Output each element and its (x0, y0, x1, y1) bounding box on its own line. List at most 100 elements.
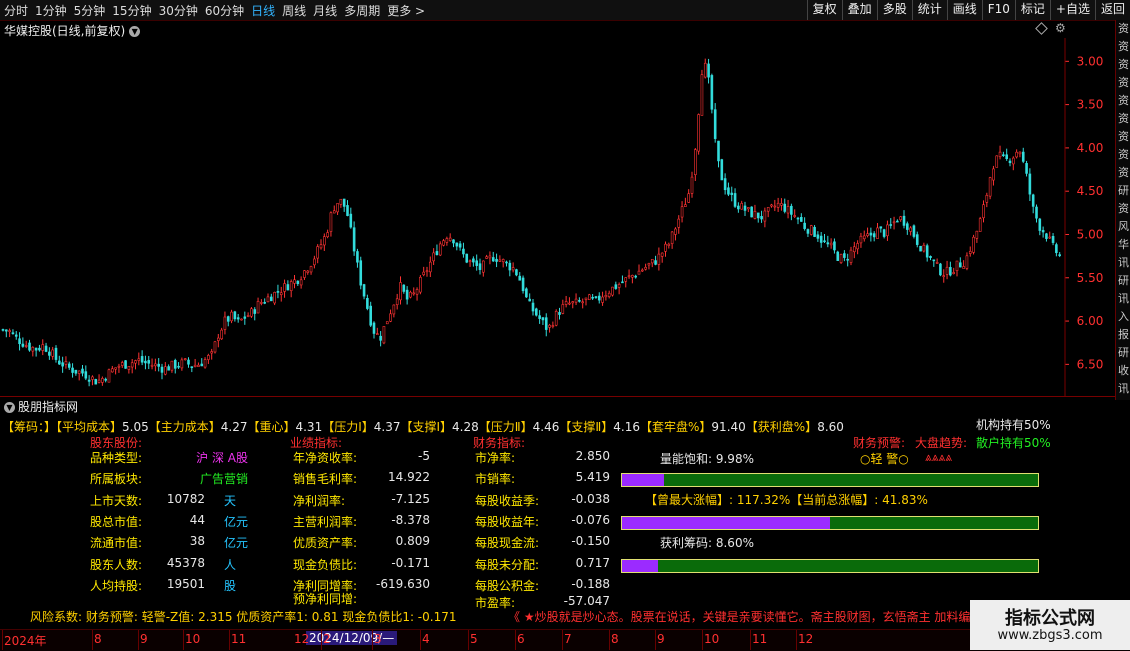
side-info-item[interactable]: 资 (1116, 92, 1130, 110)
toolbar-button-6[interactable]: 标记 (1014, 0, 1050, 20)
time-tick: 12 (294, 632, 310, 646)
gear-icon[interactable]: ⚙ (1055, 21, 1066, 35)
side-info-item[interactable]: 资 (1116, 128, 1130, 146)
candle-body (266, 296, 270, 303)
toolbar-button-7[interactable]: +自选 (1049, 0, 1095, 20)
candle-body (482, 260, 485, 273)
candle-body (793, 215, 796, 217)
side-info-item[interactable]: 研 (1116, 182, 1130, 200)
toolbar-button-8[interactable]: 返回 (1094, 0, 1130, 20)
indicator-title: ▼ 股朋指标网 (4, 398, 78, 415)
candle-body (299, 279, 303, 286)
side-info-item[interactable]: 资 (1116, 200, 1130, 218)
candle-body (770, 204, 773, 207)
toolbar-button-4[interactable]: 画线 (946, 0, 982, 20)
candle-body (879, 226, 883, 229)
candle-body (952, 272, 955, 274)
candle-body (127, 366, 131, 370)
side-info-item[interactable]: 资 (1116, 398, 1130, 400)
trend-arrows: ⩓⩓⩓⩓ (925, 450, 953, 464)
candle-body (568, 302, 571, 305)
toolbar-button-1[interactable]: 叠加 (841, 0, 877, 20)
time-tick: 11 (231, 632, 247, 646)
candlestick-chart[interactable]: 6.50 6.00 5.50 5.00 4.50 4.00 3.50 3.00 (0, 38, 1115, 396)
finance-value: 2.850 (575, 449, 610, 463)
candle-body (959, 262, 962, 268)
volume-bar-fill (622, 474, 664, 486)
chevron-down-icon[interactable]: ▼ (4, 402, 15, 413)
time-tick: 2024年 (4, 634, 47, 648)
tab-period-10[interactable]: 更多 > (387, 2, 425, 19)
institution-hold: 机构持有50% (976, 418, 1051, 432)
toolbar-button-5[interactable]: F10 (981, 0, 1015, 20)
candle-body (51, 349, 54, 357)
candle-body (972, 236, 975, 253)
holder-value: 38 (189, 534, 205, 549)
time-tick: 8 (94, 632, 102, 646)
stock-title: 华媒控股(日线,前复权) ▼ (4, 22, 141, 39)
tab-period-0[interactable]: 分时 (4, 2, 28, 19)
side-info-item[interactable]: 资 (1116, 56, 1130, 74)
side-info-item[interactable]: 研 (1116, 272, 1130, 290)
side-info-item[interactable]: 华 (1116, 236, 1130, 254)
tab-period-8[interactable]: 月线 (313, 2, 337, 19)
candle-body (796, 217, 800, 220)
candle-body (137, 358, 141, 361)
side-info-item[interactable]: 讯 (1116, 254, 1130, 272)
side-info-item[interactable]: 讯 (1116, 380, 1130, 398)
side-info-item[interactable]: 资 (1116, 38, 1130, 56)
candle-body (256, 301, 260, 314)
tab-period-9[interactable]: 多周期 (344, 2, 380, 19)
candle-body (173, 360, 177, 369)
side-info-item[interactable]: 讯 (1116, 290, 1130, 308)
candle-body (1035, 206, 1038, 219)
toolbar-button-0[interactable]: 复权 (806, 0, 842, 20)
candle-body (624, 277, 628, 282)
candle-body (405, 289, 409, 300)
candle-body (200, 363, 204, 367)
tab-period-5[interactable]: 60分钟 (205, 2, 244, 19)
indicator-segment: 4.31 (295, 420, 323, 434)
candle-body (508, 262, 512, 271)
finance-value: 0.717 (575, 555, 610, 570)
performance-label: 优质资产率: (293, 536, 358, 551)
side-info-item[interactable]: 研 (1116, 344, 1130, 362)
diamond-icon[interactable] (1035, 22, 1048, 35)
candle-body (975, 230, 979, 239)
tab-period-3[interactable]: 15分钟 (112, 2, 151, 19)
tab-period-4[interactable]: 30分钟 (159, 2, 198, 19)
candle-body (733, 193, 737, 207)
side-info-item[interactable]: 风 (1116, 218, 1130, 236)
candle-body (495, 258, 498, 262)
candle-body (101, 378, 104, 383)
side-info-item[interactable]: 资 (1116, 20, 1130, 38)
candle-body (382, 326, 386, 344)
candle-body (313, 258, 316, 266)
candle-body (521, 277, 525, 292)
tab-period-7[interactable]: 周线 (282, 2, 306, 19)
time-tick: 10 (704, 632, 720, 646)
tab-period-6[interactable]: 日线 (251, 2, 275, 19)
candle-body (511, 267, 515, 271)
side-info-item[interactable]: 资 (1116, 164, 1130, 182)
toolbar-button-3[interactable]: 统计 (911, 0, 947, 20)
candle-body (902, 215, 906, 226)
side-info-item[interactable]: 资 (1116, 146, 1130, 164)
tab-period-1[interactable]: 1分钟 (35, 2, 67, 19)
side-info-item[interactable]: 入 (1116, 308, 1130, 326)
toolbar-button-2[interactable]: 多股 (876, 0, 912, 20)
candle-body (664, 243, 667, 252)
candle-body (342, 198, 346, 207)
side-info-item[interactable]: 资 (1116, 110, 1130, 128)
tab-period-2[interactable]: 5分钟 (74, 2, 106, 19)
candle-body (962, 266, 965, 269)
side-info-item[interactable]: 报 (1116, 326, 1130, 344)
candle-body (766, 207, 770, 212)
time-tick-line (515, 630, 516, 650)
side-info-item[interactable]: 资 (1116, 74, 1130, 92)
holder-value: 44 (189, 512, 205, 527)
chevron-down-icon[interactable]: ▼ (129, 26, 141, 37)
side-info-item[interactable]: 收 (1116, 362, 1130, 380)
candle-body (107, 369, 111, 383)
finance-label: 每股未分配: (475, 557, 540, 572)
